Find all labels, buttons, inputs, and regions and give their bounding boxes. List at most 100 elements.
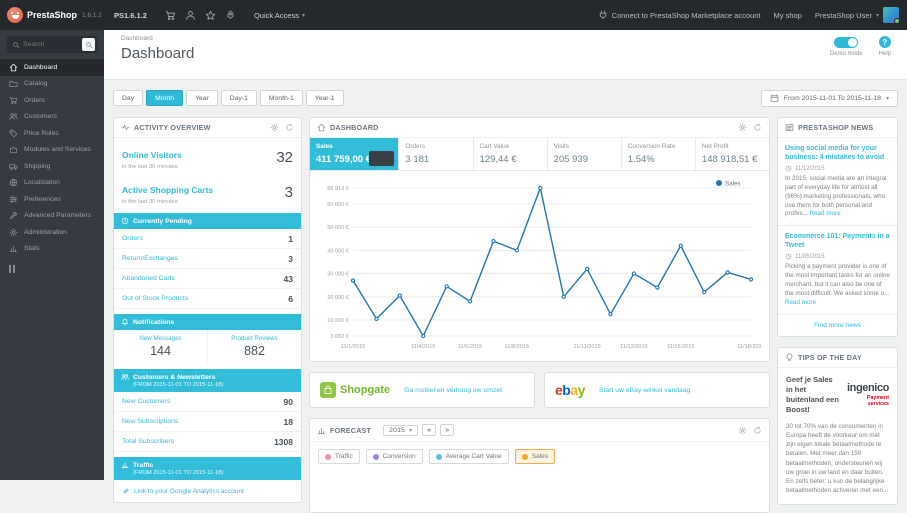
shop-name[interactable]: PS1.6.1.2 (104, 11, 157, 20)
next-year-button[interactable]: » (440, 424, 455, 436)
sidebar-item-label: Preferences (24, 195, 61, 203)
svg-text:11/1/2015: 11/1/2015 (341, 344, 365, 350)
help-button[interactable]: ? (878, 36, 891, 48)
user-menu[interactable]: PrestaShop User ▾ (815, 7, 900, 24)
search-icon (85, 41, 93, 49)
customers-row-new-customers[interactable]: New Customers 90 (114, 392, 301, 412)
person-icon[interactable] (185, 10, 196, 21)
kpi-tab-cart-value[interactable]: Cart Value 129,44 € (474, 138, 548, 170)
forecast-legend-conversion[interactable]: Conversion (365, 449, 423, 464)
breadcrumb[interactable]: Dashboard (121, 35, 907, 42)
pending-row-orders[interactable]: Orders 1 (114, 229, 301, 249)
pending-row-abandoned-carts[interactable]: Abandoned Carts 43 (114, 269, 301, 289)
notification-new-messages[interactable]: New Messages 144 (114, 330, 208, 364)
notification-product-reviews[interactable]: Product Reviews 882 (208, 330, 301, 364)
prestashop-logo-icon (7, 7, 23, 23)
marketplace-link[interactable]: Connect to PrestaShop Marketplace accoun… (598, 10, 761, 20)
shopgate-link[interactable]: Ga mobiel en verhoog uw omzet (404, 387, 502, 394)
kpi-tab-orders[interactable]: Orders 3 181 (399, 138, 474, 170)
search-input[interactable] (23, 41, 79, 48)
demo-mode-toggle[interactable] (834, 37, 859, 48)
pending-row-return-exchanges[interactable]: Return/Exchanges 3 (114, 249, 301, 269)
forecast-legend-traffic[interactable]: Traffic (318, 449, 360, 464)
refresh-icon[interactable] (753, 123, 762, 132)
row-label[interactable]: New Customers (122, 398, 170, 405)
svg-text:11/8/2015: 11/8/2015 (505, 344, 529, 350)
stats-icon (9, 244, 18, 253)
activity-panel-title: ACTIVITY OVERVIEW (134, 123, 211, 132)
folder-icon (9, 79, 18, 88)
legend-dot-icon (435, 453, 442, 460)
star-icon[interactable] (205, 10, 216, 21)
refresh-icon[interactable] (285, 123, 294, 132)
gear-icon[interactable] (270, 123, 279, 132)
read-more-link[interactable]: Read more (810, 210, 841, 217)
sidebar-item-preferences[interactable]: Preferences (0, 191, 104, 208)
filter-button-day[interactable]: Day (113, 90, 144, 106)
active-carts-stat[interactable]: Active Shopping Carts in the last 30 min… (114, 173, 301, 208)
sidebar-item-advanced-parameters[interactable]: Advanced Parameters (0, 208, 104, 225)
quick-access-dropdown[interactable]: Quick Access ▾ (244, 11, 315, 20)
sidebar-item-catalog[interactable]: Catalog (0, 76, 104, 93)
year-select[interactable]: 2015 ▾ (383, 424, 419, 436)
row-label[interactable]: Abandoned Carts (122, 275, 175, 282)
customers-row-new-subscriptions[interactable]: New Subscriptions 18 (114, 412, 301, 432)
sidebar-item-shipping[interactable]: Shipping (0, 158, 104, 175)
forecast-legend-average-cart-value[interactable]: Average Cart Value (428, 449, 509, 464)
customers-row-total-subscribers[interactable]: Total Subscribers 1308 (114, 432, 301, 452)
pending-row-out-of-stock-products[interactable]: Out of Stock Products 6 (114, 289, 301, 309)
news-headline[interactable]: Using social media for your business: 4 … (785, 144, 890, 162)
sidebar-item-customers[interactable]: Customers (0, 109, 104, 126)
kpi-tab-conversion-rate[interactable]: Conversion Rate 1.54% (622, 138, 696, 170)
gear-icon[interactable] (738, 425, 747, 435)
rocket-icon[interactable] (225, 10, 236, 21)
google-analytics-link[interactable]: Link to your Google Analytics account (114, 480, 301, 502)
kpi-tab-visits[interactable]: Visits 205 939 (548, 138, 622, 170)
topbar: PrestaShop 1.6.1.2 PS1.6.1.2 Quick Acces… (0, 0, 907, 30)
news-headline[interactable]: Ecommerce 101: Payments in a Tweet (785, 232, 890, 250)
ebay-banner[interactable]: ebay Start uw eBay-winkel vandaag (544, 372, 770, 408)
sidebar-collapse-button[interactable] (9, 265, 104, 273)
kpi-tab-net-profit[interactable]: Net Profit 148 918,51 € (696, 138, 769, 170)
prev-year-button[interactable]: « (422, 424, 437, 436)
demo-mode-control: Demo mode (830, 36, 863, 57)
row-label[interactable]: Out of Stock Products (122, 295, 188, 302)
svg-text:66 912 €: 66 912 € (327, 186, 350, 192)
search-button[interactable] (82, 38, 95, 51)
refresh-icon[interactable] (753, 426, 762, 435)
sidebar-item-price-rules[interactable]: Price Rules (0, 125, 104, 142)
shopgate-banner[interactable]: Shopgate Ga mobiel en verhoog uw omzet (309, 372, 535, 408)
row-label[interactable]: Return/Exchanges (122, 255, 178, 262)
sidebar-item-dashboard[interactable]: Dashboard (0, 59, 104, 76)
cart-icon[interactable] (165, 10, 176, 21)
filter-toolbar: Day Month Year Day-1 Month-1 Year-1 From 2015… (113, 89, 898, 107)
online-visitors-link[interactable]: Online Visitors (122, 150, 182, 160)
prestashop-logo[interactable]: PrestaShop 1.6.1.2 (0, 7, 104, 23)
module-banners: Shopgate Ga mobiel en verhoog uw omzet e… (309, 372, 770, 408)
row-label[interactable]: New Subscriptions (122, 418, 178, 425)
ebay-link[interactable]: Start uw eBay-winkel vandaag (599, 387, 690, 394)
read-more-link[interactable]: Read more (785, 299, 816, 306)
forecast-legend-sales[interactable]: Sales (514, 449, 555, 464)
date-range-picker[interactable]: From 2015-11-01 To 2015-11-18 ▾ (760, 89, 898, 107)
sidebar-item-orders[interactable]: Orders (0, 92, 104, 109)
filter-button-year-1[interactable]: Year-1 (305, 90, 344, 106)
kpi-tab-sales[interactable]: Sales 411 759,00 € (310, 138, 400, 170)
online-visitors-stat[interactable]: Online Visitors in the last 30 minutes 3… (114, 138, 301, 173)
filter-button-month[interactable]: Month (146, 90, 183, 106)
sidebar-item-modules-and-services[interactable]: Modules and Services (0, 142, 104, 159)
sidebar-item-localization[interactable]: Localization (0, 175, 104, 192)
filter-button-year[interactable]: Year (185, 90, 218, 106)
my-shop-link[interactable]: My shop (774, 11, 802, 20)
filter-button-month-1[interactable]: Month-1 (259, 90, 303, 106)
find-more-news-link[interactable]: Find more news (778, 315, 897, 336)
news-excerpt: In 2015, social media are an integral pa… (785, 175, 887, 218)
row-label[interactable]: Orders (122, 235, 143, 242)
filter-button-day-1[interactable]: Day-1 (220, 90, 257, 106)
news-date-text: 11/12/2015 (795, 165, 825, 172)
sidebar-item-administration[interactable]: Administration (0, 224, 104, 241)
row-label[interactable]: Total Subscribers (122, 438, 174, 445)
active-carts-link[interactable]: Active Shopping Carts (122, 185, 213, 195)
gear-icon[interactable] (738, 123, 747, 132)
sidebar-item-stats[interactable]: Stats (0, 241, 104, 258)
